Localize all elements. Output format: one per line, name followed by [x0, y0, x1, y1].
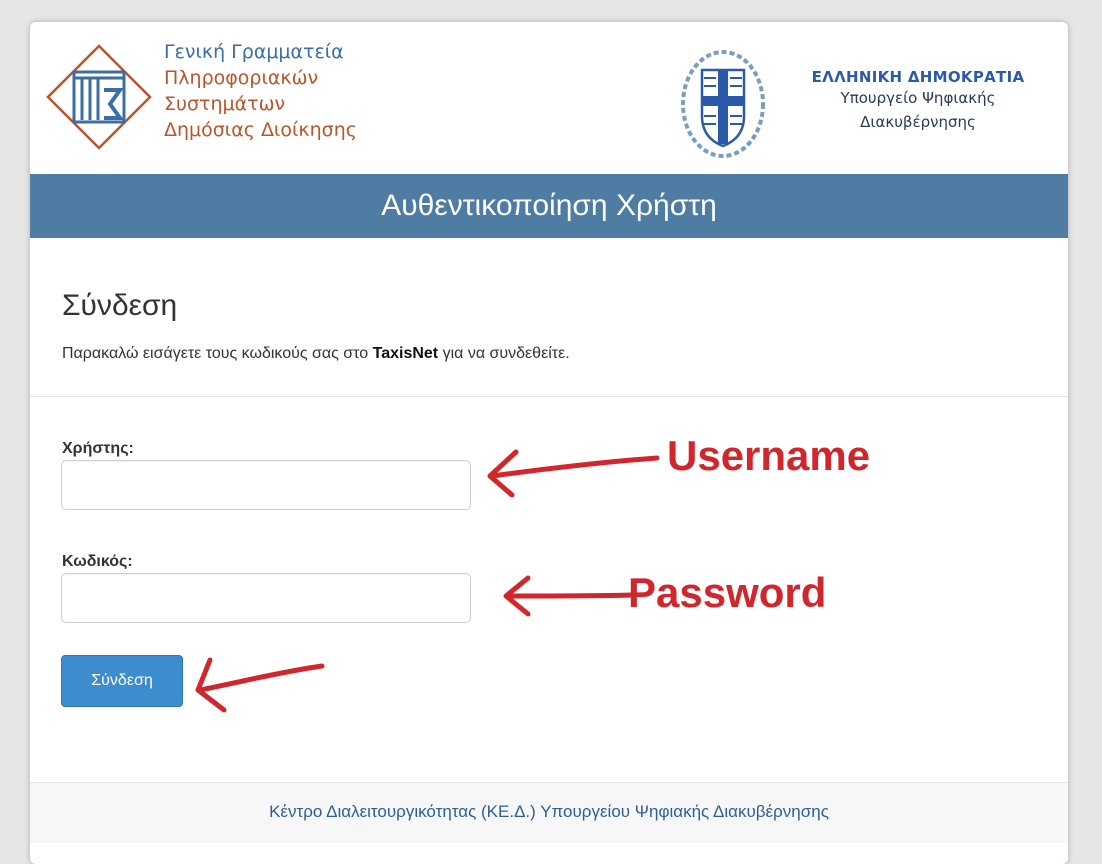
password-input[interactable] [61, 573, 471, 623]
gsis-logo-icon [46, 44, 152, 150]
gsis-line-1: Γενική Γραμματεία [164, 41, 344, 63]
header: Γενική Γραμματεία Πληροφοριακών Συστημάτ… [30, 22, 1068, 174]
gsis-line-4: Δημόσιας Διοίκησης [164, 119, 357, 141]
password-annotation: Password [628, 569, 827, 616]
login-desc-text: Παρακαλώ εισάγετε τους κωδικούς σας στο [62, 345, 373, 362]
footer: Κέντρο Διαλειτουργικότητας (ΚΕ.Δ.) Υπουρ… [30, 783, 1068, 843]
username-arrow-icon [487, 449, 660, 498]
taxisnet-label: TaxisNet [372, 345, 439, 362]
login-desc-end: για να συνδεθείτε. [438, 345, 570, 362]
government-name: ΕΛΛΗΝΙΚΗ ΔΗΜΟΚΡΑΤΙΑ Υπουργείο Ψηφιακής Δ… [790, 68, 1046, 134]
login-card: Γενική Γραμματεία Πληροφοριακών Συστημάτ… [30, 22, 1068, 864]
ministry-line-2: Διακυβέρνησης [860, 113, 976, 131]
gsis-line-3: Συστημάτων [164, 93, 286, 115]
ministry-line-1: Υπουργείο Ψηφιακής [840, 89, 996, 107]
username-label: Χρήστης: [62, 440, 134, 457]
greek-coat-of-arms-icon [681, 50, 765, 158]
login-button[interactable]: Σύνδεση [61, 655, 183, 707]
divider [30, 396, 1068, 397]
password-arrow-icon [503, 575, 636, 617]
password-label: Κωδικός: [62, 553, 133, 570]
gov-title: ΕΛΛΗΝΙΚΗ ΔΗΜΟΚΡΑΤΙΑ [811, 68, 1025, 86]
gsis-line-2: Πληροφοριακών [164, 67, 319, 89]
username-annotation: Username [667, 432, 871, 479]
login-heading: Σύνδεση [62, 289, 178, 322]
gsis-name: Γενική Γραμματεία Πληροφοριακών Συστημάτ… [164, 39, 357, 143]
page-title-banner: Αυθεντικοποίηση Χρήστη [30, 174, 1068, 238]
login-button-arrow-icon [195, 657, 325, 713]
username-input[interactable] [61, 460, 471, 510]
login-description: Παρακαλώ εισάγετε τους κωδικούς σας στο … [62, 345, 570, 363]
